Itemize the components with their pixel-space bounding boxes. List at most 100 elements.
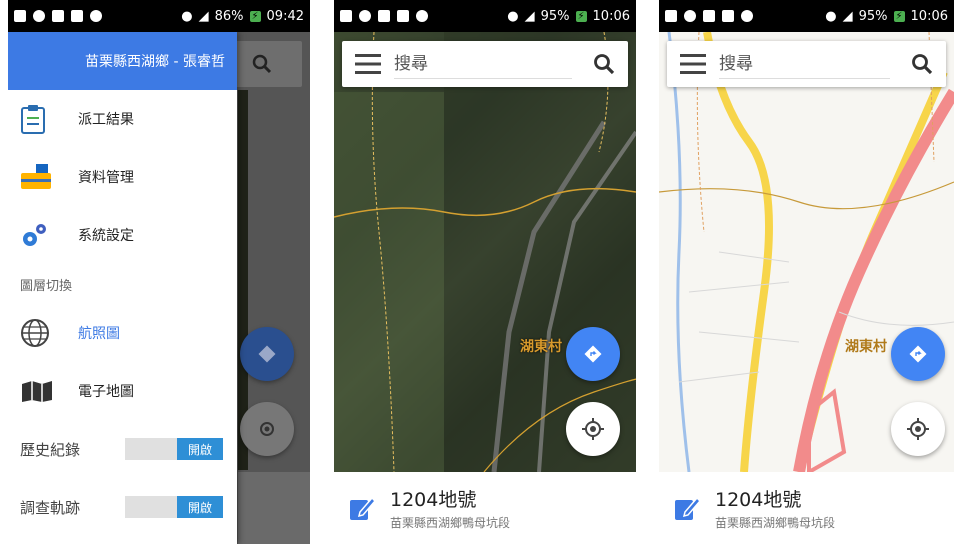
image-icon: [71, 10, 83, 22]
toggle-label: 歷史紀錄: [20, 440, 81, 459]
parcel-subtitle: 苗栗縣西湖鄉鴨母坑段: [390, 516, 511, 530]
image-icon: [397, 10, 409, 22]
clipboard-icon: [20, 104, 66, 134]
navigate-button-dimmed: [240, 327, 294, 381]
menu-item-data-management[interactable]: 資料管理: [8, 148, 237, 206]
hamburger-menu-icon: [355, 54, 381, 74]
card-dimmed: [238, 472, 310, 544]
gears-icon: [20, 221, 66, 249]
survey-track-toggle[interactable]: 開啟: [125, 496, 223, 518]
battery-charging-icon: ⚡: [249, 10, 261, 22]
crosshair-icon: [582, 418, 604, 440]
clock: 09:42: [266, 8, 304, 24]
navigate-button[interactable]: [891, 327, 945, 381]
search-icon: [252, 54, 272, 74]
globe-icon: [20, 318, 66, 348]
phone-screen-street-map: ● ◢ 95% ⚡ 10:06 搜尋 湖東村 1204地號 苗栗縣西湖鄉鴨母坑段: [659, 0, 954, 544]
location-icon: ●: [507, 8, 519, 24]
parcel-subtitle: 苗栗縣西湖鄉鴨母坑段: [715, 516, 836, 530]
parcel-info-card[interactable]: 1204地號 苗栗縣西湖鄉鴨母坑段: [659, 472, 954, 544]
place-label: 湖東村: [520, 339, 562, 355]
parcel-title: 1204地號: [390, 489, 477, 511]
battery-level: 95%: [858, 8, 888, 24]
my-location-button-dimmed: [240, 402, 294, 456]
drawer-header: 苗栗縣西湖鄉 - 張睿哲: [8, 32, 237, 90]
battery-charging-icon: ⚡: [893, 10, 905, 22]
wifi-icon: ◢: [524, 8, 535, 24]
message-icon: [665, 10, 677, 22]
message-icon: [14, 10, 26, 22]
menu-label: 派工結果: [78, 112, 134, 128]
hamburger-menu-icon: [680, 54, 706, 74]
my-location-button[interactable]: [891, 402, 945, 456]
menu-label: 航照圖: [78, 326, 120, 342]
cloud-icon: [684, 10, 696, 22]
search-input[interactable]: 搜尋: [719, 49, 890, 79]
clock: 10:06: [592, 8, 630, 24]
notification-icons: [14, 10, 102, 22]
history-record-row: 歷史紀錄 開啟: [8, 420, 237, 478]
menu-button[interactable]: [667, 41, 719, 87]
menu-label: 系統設定: [78, 228, 134, 244]
navigation-drawer: 苗栗縣西湖鄉 - 張睿哲 派工結果 資料管理 系統設定 圖層切換 航照圖 電子地…: [8, 32, 237, 544]
place-label: 湖東村: [845, 339, 887, 355]
directions-icon: [909, 345, 927, 363]
search-bar: 搜尋: [667, 41, 946, 87]
brightness-icon: [741, 10, 753, 22]
directions-icon: [258, 345, 276, 363]
survey-track-row: 調查軌跡 開啟: [8, 478, 237, 536]
brightness-icon: [90, 10, 102, 22]
history-record-toggle[interactable]: 開啟: [125, 438, 223, 460]
location-icon: ●: [181, 8, 193, 24]
layer-item-aerial[interactable]: 航照圖: [8, 304, 237, 362]
phone-screen-aerial: ● ◢ 95% ⚡ 10:06 搜尋 湖東村 1204地號 苗栗縣西湖鄉鴨母坑段: [334, 0, 636, 544]
menu-item-dispatch-results[interactable]: 派工結果: [8, 90, 237, 148]
notification-icons: [340, 10, 428, 22]
toolbox-icon: [20, 163, 66, 191]
wifi-icon: ◢: [198, 8, 209, 24]
keyboard-icon: [703, 10, 715, 22]
crosshair-icon: [907, 418, 929, 440]
status-bar: ● ◢ 86% ⚡ 09:42: [8, 0, 310, 32]
clock: 10:06: [910, 8, 948, 24]
status-bar: ● ◢ 95% ⚡ 10:06: [659, 0, 954, 32]
battery-charging-icon: ⚡: [575, 10, 587, 22]
brightness-icon: [416, 10, 428, 22]
toggle-state: 開啟: [177, 496, 223, 518]
menu-item-system-settings[interactable]: 系統設定: [8, 206, 237, 264]
location-icon: ●: [825, 8, 837, 24]
image-icon: [722, 10, 734, 22]
menu-button[interactable]: [342, 41, 394, 87]
battery-level: 86%: [214, 8, 244, 24]
wifi-icon: ◢: [842, 8, 853, 24]
parcel-info-card[interactable]: 1204地號 苗栗縣西湖鄉鴨母坑段: [334, 472, 636, 544]
menu-label: 資料管理: [78, 170, 134, 186]
phone-screen-drawer: ● ◢ 86% ⚡ 09:42 苗栗縣西湖鄉 - 張睿哲 派工結果 資料管理 系…: [8, 0, 310, 544]
keyboard-icon: [52, 10, 64, 22]
layer-section-header: 圖層切換: [20, 278, 73, 294]
layer-item-street-map[interactable]: 電子地圖: [8, 362, 237, 420]
cloud-icon: [33, 10, 45, 22]
battery-level: 95%: [540, 8, 570, 24]
search-input[interactable]: 搜尋: [394, 49, 572, 79]
search-bar: 搜尋: [342, 41, 628, 87]
keyboard-icon: [378, 10, 390, 22]
parcel-title: 1204地號: [715, 489, 802, 511]
edit-icon: [334, 494, 390, 522]
toggle-state: 開啟: [177, 438, 223, 460]
notification-icons: [665, 10, 753, 22]
my-location-button[interactable]: [566, 402, 620, 456]
directions-icon: [584, 345, 602, 363]
search-icon: [594, 54, 615, 75]
status-bar: ● ◢ 95% ⚡ 10:06: [334, 0, 636, 32]
search-button[interactable]: [898, 41, 946, 87]
toggle-label: 調查軌跡: [20, 498, 81, 517]
crosshair-icon: [260, 422, 274, 436]
search-icon: [912, 54, 933, 75]
edit-icon: [659, 494, 715, 522]
map-icon: [20, 380, 66, 402]
cloud-icon: [359, 10, 371, 22]
search-button[interactable]: [580, 41, 628, 87]
navigate-button[interactable]: [566, 327, 620, 381]
menu-label: 電子地圖: [78, 384, 134, 400]
